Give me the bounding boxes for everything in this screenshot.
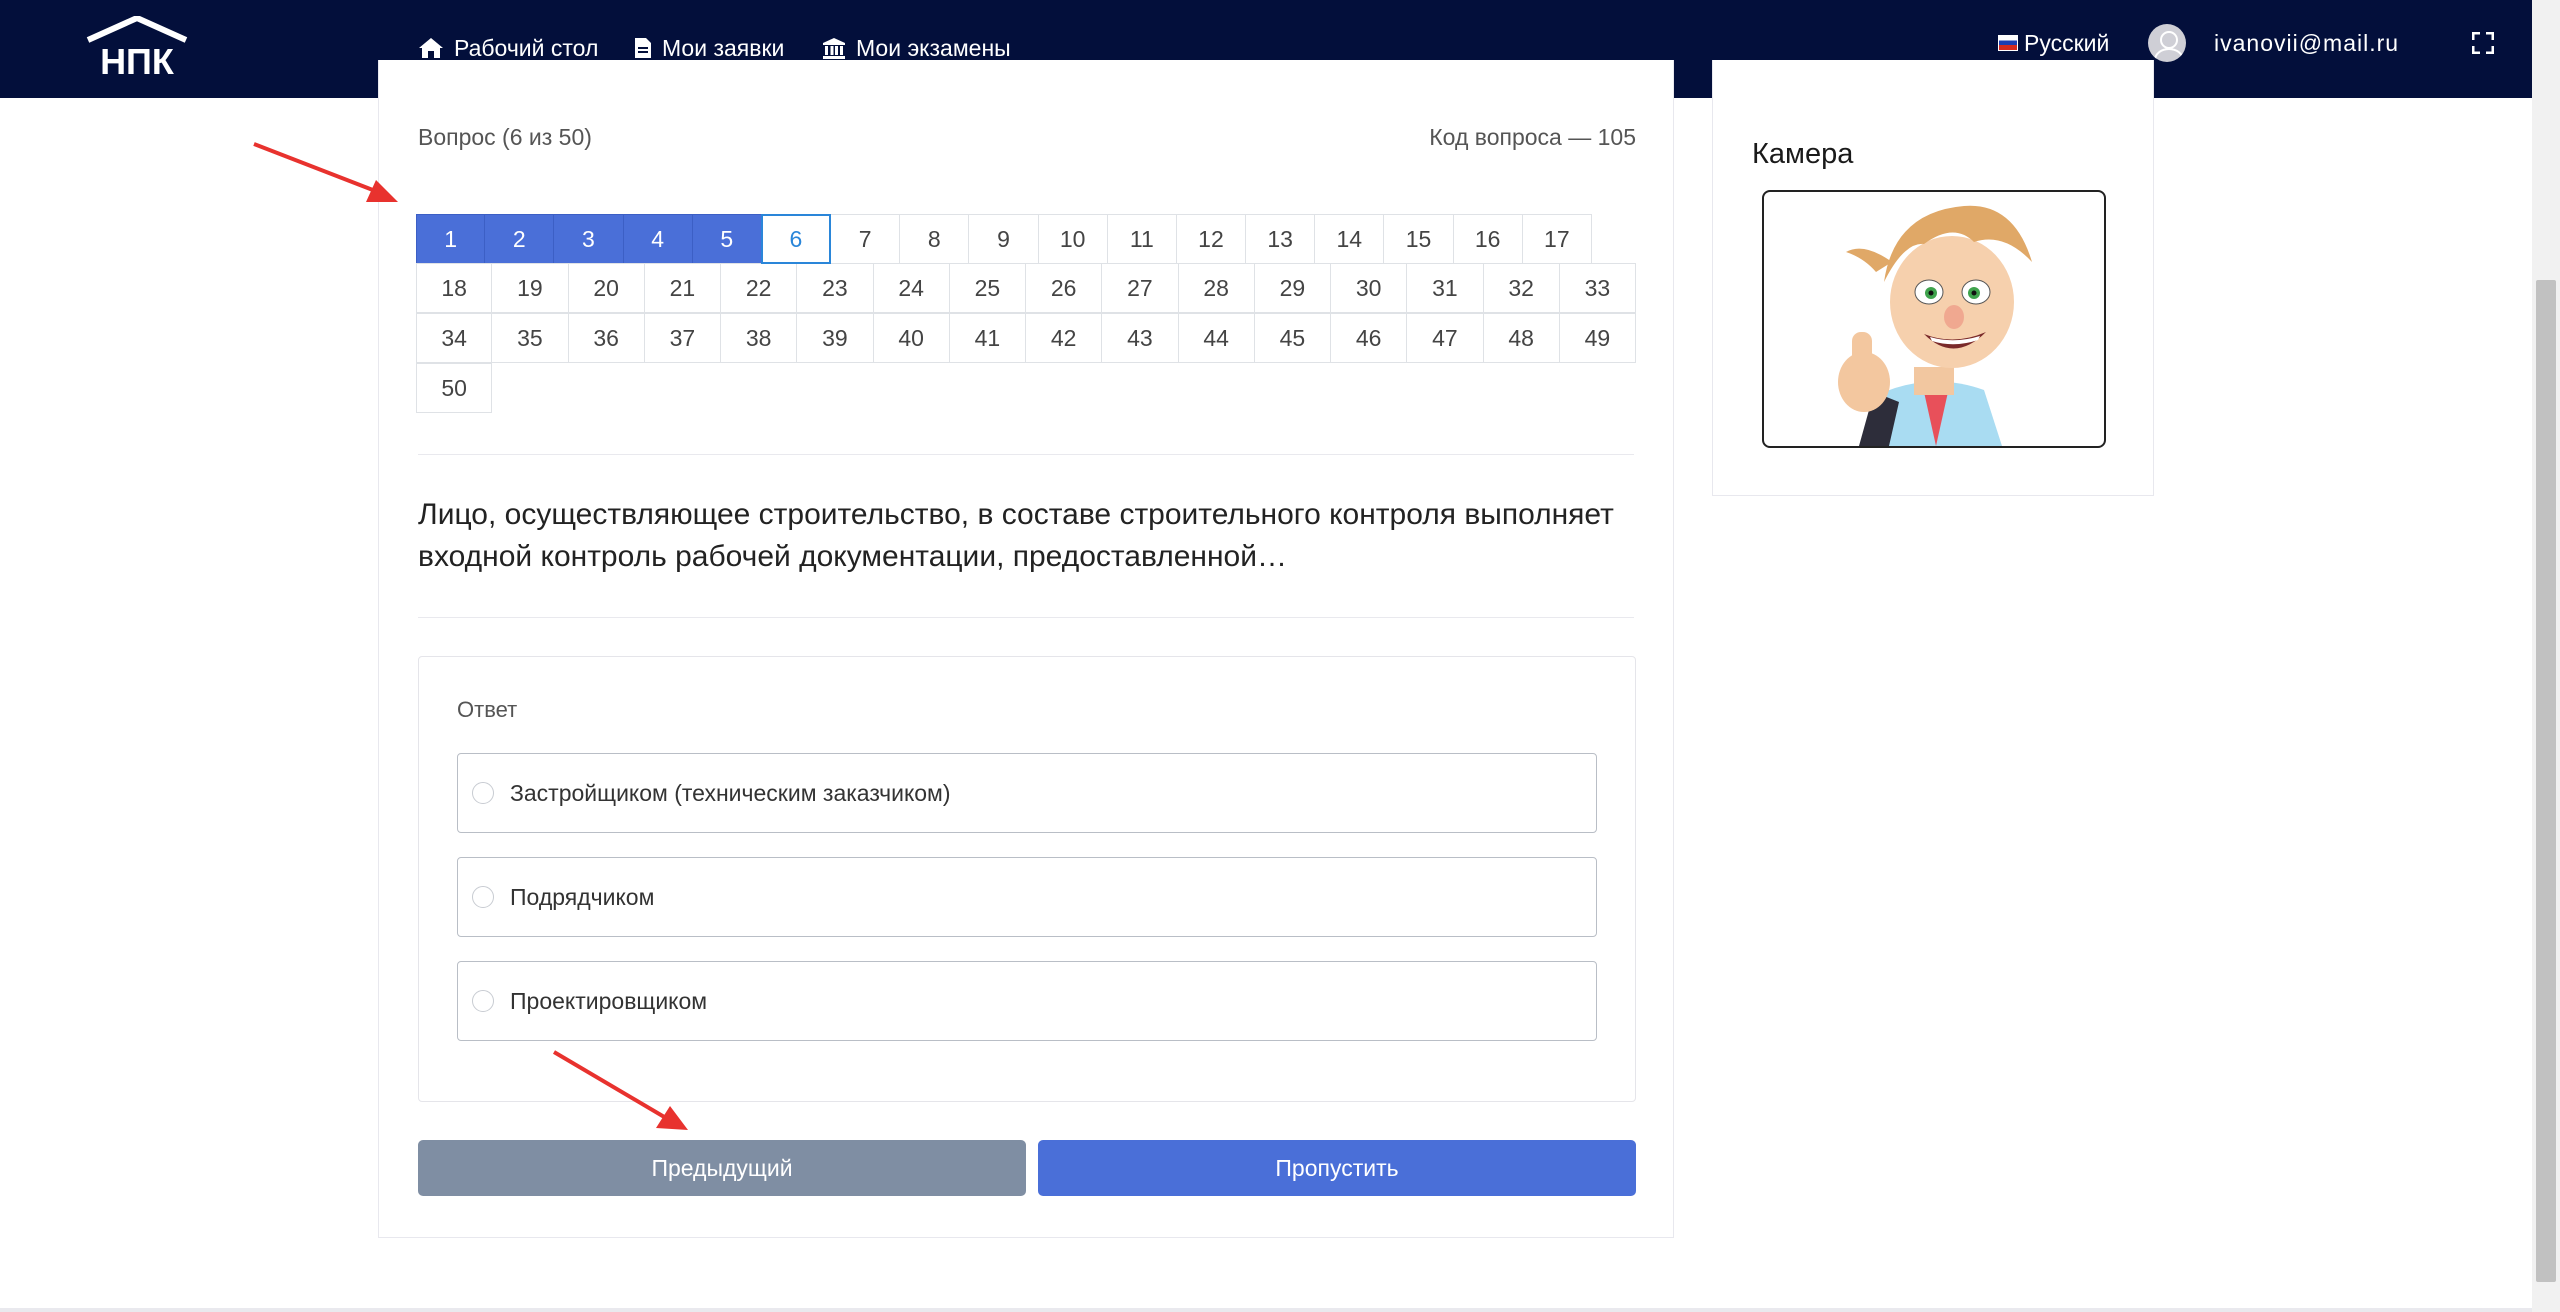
annotation-arrow-grid (253, 142, 398, 202)
radio-button[interactable] (472, 990, 494, 1012)
skip-button[interactable]: Пропустить (1038, 1140, 1636, 1196)
question-number-33[interactable]: 33 (1558, 263, 1636, 313)
scrollbar-thumb[interactable] (2536, 280, 2556, 1282)
question-number-34[interactable]: 34 (416, 313, 493, 363)
question-code: Код вопроса — 105 (1429, 124, 1636, 150)
home-icon (419, 38, 443, 58)
question-number-23[interactable]: 23 (796, 263, 874, 313)
question-number-46[interactable]: 46 (1330, 313, 1408, 363)
divider (418, 454, 1634, 455)
camera-preview (1762, 190, 2106, 448)
camera-title: Камера (1752, 138, 1854, 170)
radio-button[interactable] (472, 782, 494, 804)
question-number-18[interactable]: 18 (416, 263, 493, 313)
document-icon (635, 38, 651, 58)
radio-button[interactable] (472, 886, 494, 908)
question-number-25[interactable]: 25 (948, 263, 1026, 313)
user-menu[interactable]: ivanovii@mail.ru (2148, 22, 2399, 64)
question-number-39[interactable]: 39 (796, 313, 874, 363)
question-number-31[interactable]: 31 (1406, 263, 1484, 313)
fullscreen-icon[interactable] (2472, 32, 2494, 54)
question-number-40[interactable]: 40 (872, 313, 950, 363)
question-number-37[interactable]: 37 (643, 313, 721, 363)
avatar (2148, 24, 2186, 62)
answer-option[interactable]: Проектировщиком (457, 961, 1597, 1041)
question-number-27[interactable]: 27 (1101, 263, 1179, 313)
question-number-5[interactable]: 5 (691, 214, 762, 264)
question-number-45[interactable]: 45 (1253, 313, 1331, 363)
question-number-35[interactable]: 35 (491, 313, 569, 363)
question-number-12[interactable]: 12 (1175, 214, 1247, 264)
question-number-50[interactable]: 50 (416, 363, 493, 413)
question-number-10[interactable]: 10 (1037, 214, 1108, 264)
nav-my-applications-label: Мои заявки (662, 34, 785, 61)
question-number-22[interactable]: 22 (720, 263, 798, 313)
question-number-21[interactable]: 21 (643, 263, 721, 313)
question-number-44[interactable]: 44 (1177, 313, 1255, 363)
question-text: Лицо, осуществляющее строительство, в со… (418, 498, 1614, 573)
question-number-15[interactable]: 15 (1383, 214, 1454, 264)
question-counter: Вопрос (6 из 50) (418, 124, 592, 150)
question-number-30[interactable]: 30 (1330, 263, 1408, 313)
question-number-47[interactable]: 47 (1406, 313, 1484, 363)
question-number-17[interactable]: 17 (1521, 214, 1592, 264)
nav-desktop-label: Рабочий стол (454, 34, 599, 61)
question-number-28[interactable]: 28 (1177, 263, 1255, 313)
question-grid-row: 34 35 36 37 38 39 40 41 42 43 44 45 46 47 48 49 (416, 313, 1636, 364)
question-number-7[interactable]: 7 (830, 214, 901, 264)
answer-title: Ответ (457, 697, 518, 722)
question-number-9[interactable]: 9 (968, 214, 1039, 264)
question-number-13[interactable]: 13 (1245, 214, 1316, 264)
answer-option[interactable]: Подрядчиком (457, 857, 1597, 937)
question-number-20[interactable]: 20 (567, 263, 645, 313)
answer-option[interactable]: Застройщиком (техническим заказчиком) (457, 753, 1597, 833)
question-number-24[interactable]: 24 (872, 263, 950, 313)
question-number-4[interactable]: 4 (622, 214, 693, 264)
answer-option-label: Застройщиком (техническим заказчиком) (510, 779, 951, 806)
answer-option-label: Подрядчиком (510, 883, 655, 910)
svg-text:НПК: НПК (100, 41, 175, 78)
scrollbar[interactable] (2532, 0, 2560, 1312)
nav-my-exams-label: Мои экзамены (856, 34, 1011, 61)
question-grid-row: 50 (416, 363, 1636, 414)
user-email: ivanovii@mail.ru (2214, 29, 2400, 56)
question-number-16[interactable]: 16 (1452, 214, 1523, 264)
answer-box: Ответ Застройщиком (техническим заказчик… (418, 656, 1636, 1102)
question-number-2[interactable]: 2 (484, 214, 555, 264)
logo[interactable]: НПК (82, 16, 192, 78)
question-number-29[interactable]: 29 (1253, 263, 1331, 313)
question-number-14[interactable]: 14 (1314, 214, 1385, 264)
language-selector[interactable]: Русский (1998, 26, 2109, 60)
question-number-1[interactable]: 1 (416, 214, 486, 264)
question-number-41[interactable]: 41 (948, 313, 1026, 363)
question-number-8[interactable]: 8 (899, 214, 970, 264)
question-number-36[interactable]: 36 (567, 313, 645, 363)
question-number-11[interactable]: 11 (1106, 214, 1177, 264)
language-label: Русский (2024, 29, 2110, 56)
question-grid-row: 1 2 3 4 5 6 7 8 9 10 11 12 13 14 15 16 17 (416, 214, 1636, 264)
question-number-3[interactable]: 3 (553, 214, 624, 264)
question-number-6[interactable]: 6 (760, 214, 832, 264)
question-number-49[interactable]: 49 (1558, 313, 1636, 363)
question-number-32[interactable]: 32 (1482, 263, 1560, 313)
institution-icon (823, 38, 845, 59)
question-grid-row: 18 19 20 21 22 23 24 25 26 27 28 29 30 31 32 33 (416, 263, 1636, 314)
page-bottom-edge (0, 1308, 2532, 1312)
cartoon-avatar-image (1838, 205, 2032, 446)
question-navigation-grid: 1 2 3 4 5 6 7 8 9 10 11 12 13 14 15 16 17 18 19 20 21 22 23 24 2… (416, 214, 1636, 414)
question-number-19[interactable]: 19 (491, 263, 569, 313)
divider (418, 617, 1634, 618)
answer-option-label: Проектировщиком (510, 987, 708, 1014)
previous-button[interactable]: Предыдущий (418, 1140, 1026, 1196)
question-number-26[interactable]: 26 (1025, 263, 1103, 313)
question-number-38[interactable]: 38 (720, 313, 798, 363)
question-number-43[interactable]: 43 (1101, 313, 1179, 363)
question-number-42[interactable]: 42 (1025, 313, 1103, 363)
russia-flag-icon (1998, 35, 2018, 51)
question-number-48[interactable]: 48 (1482, 313, 1560, 363)
